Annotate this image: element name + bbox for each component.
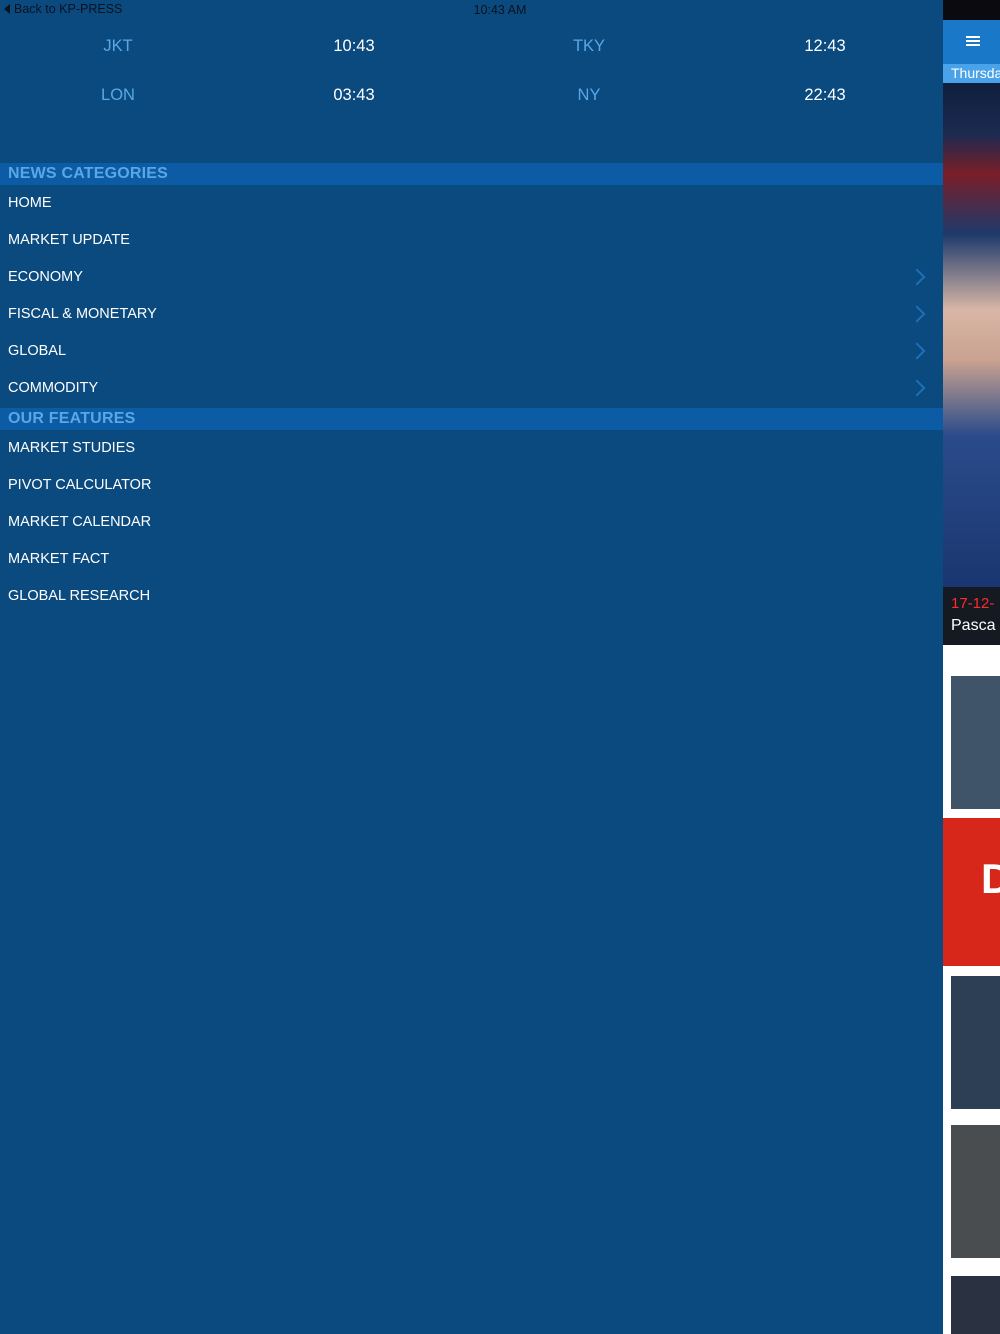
clock-time: 03:43 [333, 86, 375, 104]
menu-item-economy[interactable]: ECONOMY [0, 259, 943, 296]
chevron-right-icon [908, 379, 926, 397]
menu-item-label: MARKET CALENDAR [8, 514, 152, 530]
menu-item-fiscal-monetary[interactable]: FISCAL & MONETARY [0, 296, 943, 333]
menu-item-market-studies[interactable]: MARKET STUDIES [0, 430, 943, 467]
hamburger-menu-icon[interactable] [966, 36, 980, 46]
chevron-right-icon [908, 268, 926, 286]
menu-item-label: FISCAL & MONETARY [8, 306, 157, 322]
menu-item-pivot-calculator[interactable]: PIVOT CALCULATOR [0, 467, 943, 504]
clock-time: 22:43 [804, 86, 846, 104]
menu-item-label: PIVOT CALCULATOR [8, 477, 152, 493]
clock-time: 12:43 [804, 37, 846, 55]
hero-date: 17-12- [951, 595, 995, 612]
chevron-right-icon [908, 305, 926, 323]
clock-city: NY [577, 86, 601, 104]
clock-city: LON [101, 86, 135, 104]
menu-item-label: MARKET STUDIES [8, 440, 136, 456]
our-features-header: OUR FEATURES [0, 408, 943, 430]
banner-letter: D [981, 855, 1000, 902]
clock-row: LON 03:43 NY 22:43 [0, 75, 943, 115]
hero-image[interactable] [943, 83, 1000, 587]
menu-item-label: COMMODITY [8, 380, 99, 396]
clock-city: JKT [103, 37, 133, 55]
menu-item-market-calendar[interactable]: MARKET CALENDAR [0, 504, 943, 541]
clock-time: 10:43 [333, 37, 375, 55]
menu-item-market-update[interactable]: MARKET UPDATE [0, 222, 943, 259]
status-time: 10:43 AM [473, 3, 527, 17]
menu-item-global[interactable]: GLOBAL [0, 333, 943, 370]
chevron-right-icon [908, 342, 926, 360]
clock-city: TKY [572, 37, 606, 55]
news-categories-header: NEWS CATEGORIES [0, 163, 943, 185]
news-thumbnail[interactable] [951, 1125, 1000, 1258]
menu-item-label: MARKET UPDATE [8, 232, 130, 248]
menu-item-label: ECONOMY [8, 269, 83, 285]
news-thumbnail[interactable] [951, 1276, 1000, 1334]
menu-item-label: HOME [8, 195, 52, 211]
news-thumbnail[interactable] [951, 976, 1000, 1109]
date-strip: Thursda [943, 64, 1000, 83]
menu-item-global-research[interactable]: GLOBAL RESEARCH [0, 578, 943, 615]
menu-item-commodity[interactable]: COMMODITY [0, 370, 943, 407]
clock-row: JKT 10:43 TKY 12:43 [0, 26, 943, 66]
side-drawer: Back to KP-PRESS JKT 10:43 TKY 12:43 LON… [0, 0, 943, 1334]
menu-item-market-fact[interactable]: MARKET FACT [0, 541, 943, 578]
menu-item-label: GLOBAL RESEARCH [8, 588, 151, 604]
menu-item-label: MARKET FACT [8, 551, 110, 567]
menu-item-label: GLOBAL [8, 343, 67, 359]
hero-headline[interactable]: Pasca [951, 617, 995, 635]
menu-item-home[interactable]: HOME [0, 185, 943, 222]
news-thumbnail[interactable] [951, 676, 1000, 809]
main-content-peek[interactable]: Thursda 17-12- Pasca D [943, 0, 1000, 1334]
